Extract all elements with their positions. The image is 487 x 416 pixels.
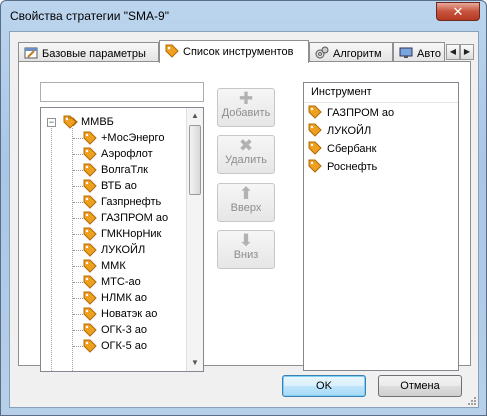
- tag-icon: [63, 115, 78, 134]
- tree-guide-line: [73, 154, 83, 155]
- tab-base-parameters[interactable]: Базовые параметры: [18, 42, 159, 62]
- list-item[interactable]: Сбербанк: [304, 139, 458, 157]
- tab-label: Авто: [417, 48, 441, 60]
- tree-guide-line: [73, 346, 83, 347]
- column-header-instrument[interactable]: Инструмент: [304, 83, 458, 103]
- list-item-label: Роснефть: [327, 161, 378, 173]
- list-item-label: ГАЗПРОМ ао: [327, 107, 395, 119]
- tree-item-label: Аэрофлот: [101, 148, 153, 160]
- tab-label: Список инструментов: [183, 46, 294, 58]
- dialog-client-area: Базовые параметры Список инструментов Ал…: [9, 31, 479, 408]
- tree-guide-line: [73, 202, 83, 203]
- tag-icon: [83, 339, 98, 358]
- tab-label: Базовые параметры: [42, 48, 146, 60]
- tree-guide-line: [73, 314, 83, 315]
- tab-strip: Базовые параметры Список инструментов Ал…: [18, 40, 474, 63]
- tree-guide-line: [73, 282, 83, 283]
- cancel-button[interactable]: Отмена: [378, 375, 462, 397]
- list-item[interactable]: ГАЗПРОМ ао: [304, 103, 458, 121]
- list-item-label: Сбербанк: [327, 143, 377, 155]
- list-item[interactable]: ЛУКОЙЛ: [304, 121, 458, 139]
- plus-icon: ✚: [238, 89, 254, 108]
- tree-item-label: ГАЗПРОМ ао: [101, 212, 169, 224]
- tag-icon: [308, 123, 323, 141]
- ok-button[interactable]: OK: [282, 375, 366, 397]
- add-button-label: Добавить: [221, 107, 271, 119]
- tag-icon: [165, 44, 179, 61]
- tree-guide-line: [73, 250, 83, 251]
- scroll-up-arrow-icon[interactable]: ▲: [187, 108, 203, 124]
- move-up-button-label: Вверх: [230, 202, 262, 214]
- selected-instruments-list: Инструмент ГАЗПРОМ ао ЛУКОЙЛ Сбербанк Росне…: [303, 82, 459, 371]
- list-item[interactable]: Роснефть: [304, 157, 458, 175]
- tree-guide-line: [73, 170, 83, 171]
- tree-item-label: ЛУКОЙЛ: [101, 244, 146, 256]
- tree-item-label: Новатэк ао: [101, 308, 158, 320]
- tree-vertical-scrollbar[interactable]: ▲ ▼: [186, 108, 203, 371]
- window-title: Свойства стратегии "SMA-9": [10, 9, 169, 23]
- tree-item-label: +МосЭнерго: [101, 132, 165, 144]
- tree-guide-line: [73, 234, 83, 235]
- tag-icon: [308, 159, 323, 177]
- tab-auto[interactable]: Авто: [393, 42, 445, 62]
- monitor-icon: [399, 46, 413, 62]
- tree-item-label: МТС-ао: [101, 276, 141, 288]
- tag-icon: [308, 141, 323, 159]
- title-bar[interactable]: Свойства стратегии "SMA-9" ✕: [1, 1, 486, 31]
- tree-item-label: ММК: [101, 260, 126, 272]
- delete-icon: ✖: [238, 136, 254, 155]
- tree-item-label: ОГК-5 ао: [101, 340, 147, 352]
- tree-guide-line: [73, 138, 83, 139]
- tab-instrument-list[interactable]: Список инструментов: [159, 40, 309, 63]
- tree-item-label: Газпрнефть: [101, 196, 162, 208]
- move-down-button[interactable]: ⬇ Вниз: [217, 230, 275, 269]
- tree-item-label: ВТБ ао: [101, 180, 137, 192]
- tab-panel-instrument-list: − ММВБ +МосЭнерго Аэрофлот ВолгаТлк ВТБ ао Г…: [18, 61, 471, 372]
- tree-item-label: ВолгаТлк: [101, 164, 148, 176]
- tree-collapse-toggle[interactable]: −: [47, 118, 56, 127]
- tree-guide-line: [51, 128, 52, 371]
- close-button[interactable]: ✕: [436, 2, 480, 21]
- instrument-search-input[interactable]: [40, 82, 204, 102]
- dialog-window: Свойства стратегии "SMA-9" ✕ Базовые пар…: [0, 0, 487, 416]
- list-item-label: ЛУКОЙЛ: [327, 125, 372, 137]
- move-down-button-label: Вниз: [233, 249, 259, 261]
- tab-algorithm[interactable]: Алгоритм: [309, 42, 393, 62]
- add-button[interactable]: ✚ Добавить: [217, 88, 275, 127]
- move-up-button[interactable]: ⬆ Вверх: [217, 183, 275, 222]
- resize-grip-icon[interactable]: [466, 395, 476, 405]
- tree-guide-line: [73, 266, 83, 267]
- tree-guide-line: [73, 330, 83, 331]
- arrow-down-icon: ⬇: [238, 231, 254, 250]
- tree-guide-line: [73, 298, 83, 299]
- tree-guide-line: [73, 186, 83, 187]
- arrow-up-icon: ⬆: [238, 184, 254, 203]
- tree-item-label: НЛМК ао: [101, 292, 148, 304]
- scroll-thumb[interactable]: [189, 125, 201, 195]
- remove-button-label: Удалить: [225, 154, 267, 166]
- tab-scroll-left-button[interactable]: ◀: [446, 44, 460, 60]
- scroll-down-arrow-icon[interactable]: ▼: [187, 355, 203, 371]
- tab-label: Алгоритм: [333, 48, 382, 60]
- tree-item-label: ОГК-3 ао: [101, 324, 147, 336]
- remove-button[interactable]: ✖ Удалить: [217, 135, 275, 174]
- tag-icon: [308, 105, 323, 123]
- tree-guide-line: [73, 218, 83, 219]
- tree-item-label: ГМКНорНик: [101, 228, 162, 240]
- tab-scroll-right-button[interactable]: ▶: [460, 44, 474, 60]
- instrument-tree: − ММВБ +МосЭнерго Аэрофлот ВолгаТлк ВТБ ао Г…: [40, 107, 204, 372]
- tree-node-label: ММВБ: [81, 116, 114, 128]
